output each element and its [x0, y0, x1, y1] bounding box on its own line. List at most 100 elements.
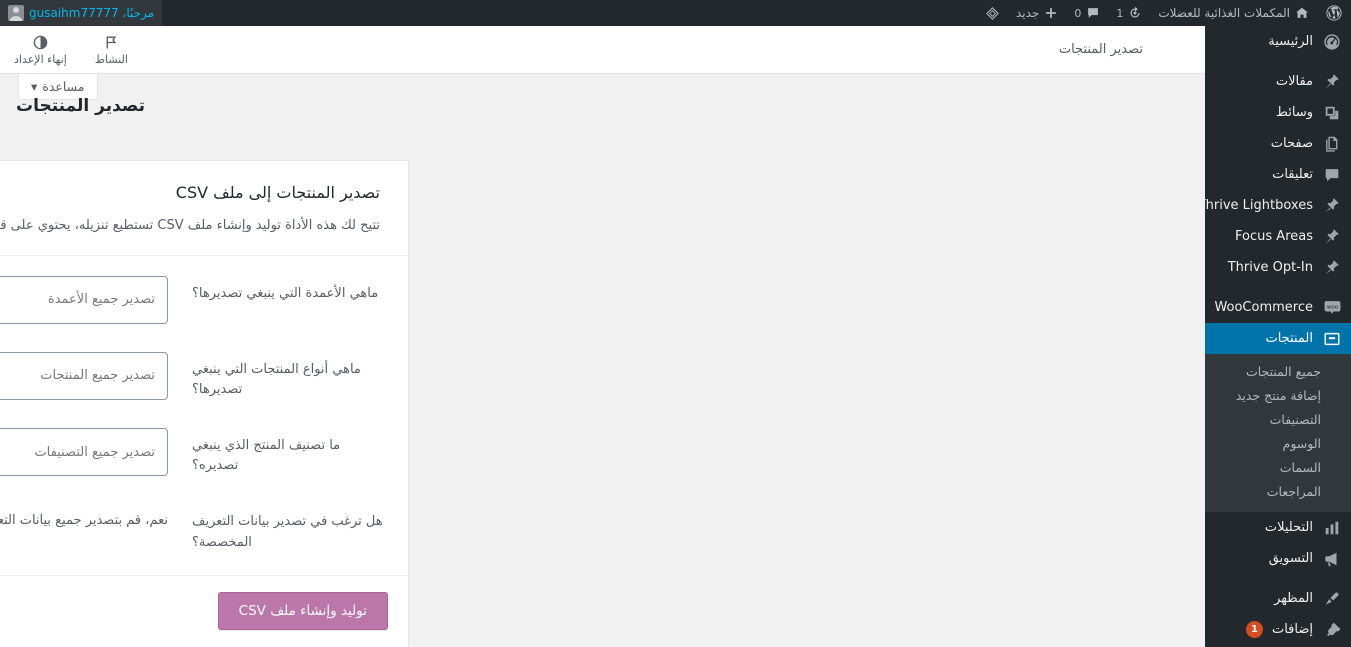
sidebar-item-thrive-lightboxes[interactable]: Thrive Lightboxes: [1205, 190, 1351, 221]
plus-icon: [1044, 6, 1058, 20]
new-content-label: جديد: [1016, 6, 1039, 20]
sidebar-item-woocommerce[interactable]: woo WooCommerce: [1205, 292, 1351, 323]
sidebar-item-label: مقالات: [1276, 74, 1313, 89]
form-row-columns: ماهي الأعمدة التي ينبغي تصديرها؟ تصدير ج…: [0, 262, 388, 338]
sidebar-item-label: المظهر: [1274, 591, 1313, 606]
home-icon: [1295, 6, 1309, 20]
sidebar-item-label: Thrive Lightboxes: [1205, 198, 1313, 213]
sidebar-separator: [1205, 574, 1351, 583]
comments-count: 0: [1074, 7, 1081, 20]
custom-meta-checkbox-label[interactable]: نعم، قم بتصدير جميع بيانات التعريف المخص…: [0, 513, 168, 528]
dashboard-icon: [1322, 32, 1342, 52]
generate-csv-button[interactable]: توليد وإنشاء ملف CSV: [218, 592, 388, 630]
updates-button[interactable]: 1: [1108, 0, 1150, 26]
setup-progress-icon: [32, 34, 49, 51]
media-icon: [1322, 103, 1342, 123]
sidebar-item-media[interactable]: وسائط: [1205, 97, 1351, 128]
sidebar-item-comments[interactable]: تعليقات: [1205, 159, 1351, 190]
sidebar-separator: [1205, 57, 1351, 66]
sidebar-item-products[interactable]: المنتجات: [1205, 323, 1351, 354]
woocommerce-toolbar-actions: النشاط إنهاء الإعداد: [0, 26, 142, 74]
activity-panel-button[interactable]: النشاط: [81, 26, 142, 74]
plugin-menu-button[interactable]: [977, 0, 1008, 26]
sidebar-item-dashboard[interactable]: الرئيسية: [1205, 26, 1351, 57]
updates-icon: [1128, 6, 1142, 20]
breadcrumb[interactable]: تصدير المنتجات: [1059, 42, 1205, 57]
analytics-icon: [1322, 518, 1342, 538]
pin-icon: [1322, 196, 1342, 216]
pin-icon: [1322, 72, 1342, 92]
sidebar-separator: [1205, 283, 1351, 292]
columns-select[interactable]: تصدير جميع الأعمدة: [0, 276, 168, 324]
export-products-card: تصدير المنتجات إلى ملف CSV تتيح لك هذه ا…: [0, 160, 409, 647]
sidebar-item-label: المنتجات: [1265, 331, 1313, 346]
submenu-item-attributes[interactable]: السمات: [1205, 456, 1351, 480]
marketing-icon: [1322, 549, 1342, 569]
submenu-item-tags[interactable]: الوسوم: [1205, 432, 1351, 456]
custom-meta-label: هل ترغب في تصدير بيانات التعريف المخصصة؟: [192, 504, 388, 552]
sidebar-item-thrive-optin[interactable]: Thrive Opt-In: [1205, 252, 1351, 283]
comments-button[interactable]: 0: [1066, 0, 1108, 26]
submenu-item-reviews[interactable]: المراجعات: [1205, 480, 1351, 504]
columns-label: ماهي الأعمدة التي ينبغي تصديرها؟: [192, 276, 388, 304]
sidebar-item-label: الرئيسية: [1268, 34, 1313, 49]
custom-meta-field: نعم، قم بتصدير جميع بيانات التعريف المخص…: [0, 504, 168, 528]
sidebar-item-posts[interactable]: مقالات: [1205, 66, 1351, 97]
card-title: تصدير المنتجات إلى ملف CSV: [0, 183, 380, 202]
plugins-icon: [1322, 620, 1342, 640]
activity-panel-label: النشاط: [95, 53, 128, 66]
categories-field: تصدير جميع التصنيفات: [0, 428, 168, 476]
card-description: تتيح لك هذه الأداة توليد وإنشاء ملف CSV …: [0, 216, 380, 237]
comments-icon: [1322, 165, 1342, 185]
appearance-icon: [1322, 589, 1342, 609]
site-name-menu[interactable]: المكملات الغذائية للعضلات: [1150, 0, 1317, 26]
product-types-field: تصدير جميع المنتجات: [0, 352, 168, 400]
wordpress-logo-button[interactable]: [1317, 0, 1351, 26]
submenu-item-add-new[interactable]: إضافة منتج جديد: [1205, 384, 1351, 408]
product-types-select[interactable]: تصدير جميع المنتجات: [0, 352, 168, 400]
avatar: [8, 5, 24, 21]
admin-bar-left-group: مرحبًا، gusaihm77777: [0, 0, 162, 26]
sidebar-item-marketing[interactable]: التسويق: [1205, 543, 1351, 574]
updates-count: 1: [1116, 7, 1123, 20]
comment-bubble-icon: [1086, 6, 1100, 20]
greeting-label: مرحبًا، gusaihm77777: [29, 6, 154, 20]
plugins-update-badge: 1: [1246, 621, 1263, 638]
site-name-label: المكملات الغذائية للعضلات: [1158, 6, 1290, 20]
form-row-custom-meta: هل ترغب في تصدير بيانات التعريف المخصصة؟…: [0, 490, 388, 566]
form-row-categories: ما تصنيف المنتج الذي ينبغي تصديره؟ تصدير…: [0, 414, 388, 490]
finish-setup-label: إنهاء الإعداد: [14, 53, 67, 66]
pages-icon: [1322, 134, 1342, 154]
sidebar-item-focus-areas[interactable]: Focus Areas: [1205, 221, 1351, 252]
sidebar-item-label: التسويق: [1269, 551, 1313, 566]
pin-icon: [1322, 227, 1342, 247]
sidebar-item-label: WooCommerce: [1214, 300, 1313, 315]
card-body: ماهي الأعمدة التي ينبغي تصديرها؟ تصدير ج…: [0, 256, 408, 567]
sidebar-item-label: وسائط: [1276, 105, 1313, 120]
sidebar-item-pages[interactable]: صفحات: [1205, 128, 1351, 159]
pin-icon: [1322, 258, 1342, 278]
sidebar-item-plugins[interactable]: إضافات 1: [1205, 614, 1351, 645]
sidebar-item-label: تعليقات: [1272, 167, 1313, 182]
sidebar-item-label: إضافات: [1272, 622, 1313, 637]
submenu-item-categories[interactable]: التصنيفات: [1205, 408, 1351, 432]
woocommerce-toolbar: تصدير المنتجات النشاط إنهاء الإعداد: [0, 26, 1205, 74]
woo-icon: woo: [1322, 298, 1342, 318]
sidebar-item-label: Thrive Opt-In: [1228, 260, 1313, 275]
admin-sidebar-menu: الرئيسية مقالات وسائط صفحات تعليقات Thri…: [1205, 26, 1351, 647]
form-row-product-types: ماهي أنواع المنتجات التي ينبغي تصديرها؟ …: [0, 338, 388, 414]
sidebar-item-analytics[interactable]: التحليلات: [1205, 512, 1351, 543]
admin-bar-right-group: المكملات الغذائية للعضلات 1 0 جديد: [977, 0, 1351, 26]
products-icon: [1322, 329, 1342, 349]
categories-label: ما تصنيف المنتج الذي ينبغي تصديره؟: [192, 428, 388, 476]
categories-select[interactable]: تصدير جميع التصنيفات: [0, 428, 168, 476]
sidebar-item-label: Focus Areas: [1235, 229, 1313, 244]
page-title: تصدير المنتجات: [0, 96, 1205, 116]
products-submenu: جميع المنتجات إضافة منتج جديد التصنيفات …: [1205, 354, 1351, 512]
submenu-item-all-products[interactable]: جميع المنتجات: [1205, 360, 1351, 384]
diamond-icon: [985, 6, 1000, 21]
sidebar-item-appearance[interactable]: المظهر: [1205, 583, 1351, 614]
finish-setup-button[interactable]: إنهاء الإعداد: [0, 26, 81, 74]
my-account-menu[interactable]: مرحبًا، gusaihm77777: [0, 0, 162, 26]
new-content-button[interactable]: جديد: [1008, 0, 1066, 26]
